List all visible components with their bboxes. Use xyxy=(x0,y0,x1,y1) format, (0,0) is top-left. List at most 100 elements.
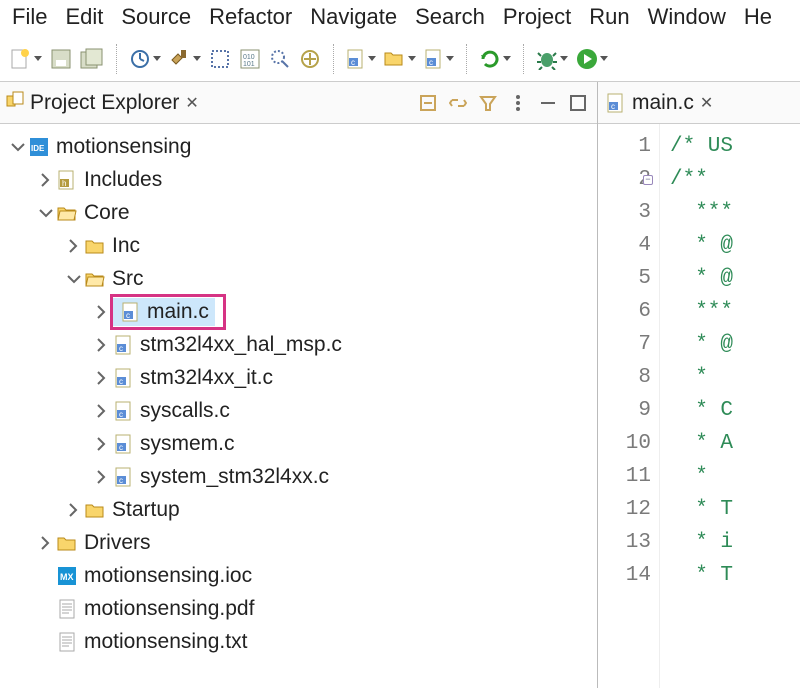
text-file-icon xyxy=(56,599,78,619)
close-view-button[interactable]: ✕ xyxy=(185,93,198,113)
chevron-right-icon[interactable] xyxy=(92,404,112,418)
code-area[interactable]: /* US /** *** * @ * @ *** * @ * * C * A … xyxy=(660,124,800,688)
code-line: * @ xyxy=(670,229,800,262)
maximize-view-button[interactable] xyxy=(565,90,591,116)
tree-file-main[interactable]: main.c xyxy=(4,295,593,328)
code-line: /** xyxy=(670,163,800,196)
new-folder-button[interactable] xyxy=(382,44,418,74)
build-button[interactable] xyxy=(167,44,203,74)
mx-file-icon xyxy=(56,566,78,586)
tree-drivers[interactable]: Drivers xyxy=(4,526,593,559)
menu-edit[interactable]: Edit xyxy=(65,4,103,30)
analyze-button[interactable] xyxy=(267,44,293,74)
editor-tab-label[interactable]: main.c xyxy=(632,91,694,115)
fold-minus-icon[interactable]: − xyxy=(643,175,653,185)
code-line: /* US xyxy=(670,130,800,163)
menu-project[interactable]: Project xyxy=(503,4,571,30)
menu-help[interactable]: He xyxy=(744,4,772,30)
c-file-icon xyxy=(112,368,134,388)
refresh-button[interactable] xyxy=(477,44,513,74)
tree-label: Src xyxy=(112,262,144,295)
menu-refactor[interactable]: Refactor xyxy=(209,4,292,30)
tree-file[interactable]: syscalls.c xyxy=(4,394,593,427)
c-file-icon xyxy=(112,467,134,487)
tree-label: Drivers xyxy=(84,526,151,559)
tree-label: system_stm32l4xx.c xyxy=(140,460,329,493)
toggle-breakpoint-button[interactable] xyxy=(207,44,233,74)
editor-body[interactable]: 1 2− 3 4 5 6 7 8 9 10 11 12 13 14 /* US … xyxy=(598,124,800,688)
debug-button[interactable] xyxy=(534,44,570,74)
tree-file[interactable]: sysmem.c xyxy=(4,427,593,460)
tree-label: sysmem.c xyxy=(140,427,235,460)
minimize-view-button[interactable] xyxy=(535,90,561,116)
project-explorer-header: Project Explorer ✕ xyxy=(0,82,597,124)
text-file-icon xyxy=(56,632,78,652)
chevron-right-icon[interactable] xyxy=(92,371,112,385)
chevron-down-icon[interactable] xyxy=(8,140,28,154)
menu-source[interactable]: Source xyxy=(121,4,191,30)
chevron-right-icon[interactable] xyxy=(92,338,112,352)
generate-button[interactable] xyxy=(297,44,323,74)
binary-view-button[interactable]: 010101 xyxy=(237,44,263,74)
view-menu-button[interactable] xyxy=(505,90,531,116)
close-tab-button[interactable]: ✕ xyxy=(700,93,713,113)
c-file-icon xyxy=(112,401,134,421)
tree-label: Core xyxy=(84,196,130,229)
svg-text:101: 101 xyxy=(243,61,255,68)
new-class-button[interactable] xyxy=(422,44,456,74)
project-explorer-icon xyxy=(6,90,26,116)
code-line: * C xyxy=(670,394,800,427)
menu-file[interactable]: File xyxy=(12,4,47,30)
c-file-icon xyxy=(119,302,141,322)
tree-file[interactable]: stm32l4xx_hal_msp.c xyxy=(4,328,593,361)
tree-file-pdf[interactable]: motionsensing.pdf xyxy=(4,592,593,625)
project-tree[interactable]: motionsensing Includes Core Inc xyxy=(0,124,597,664)
tree-file[interactable]: stm32l4xx_it.c xyxy=(4,361,593,394)
new-c-button[interactable] xyxy=(344,44,378,74)
collapse-all-button[interactable] xyxy=(415,90,441,116)
code-line: * @ xyxy=(670,262,800,295)
tree-core[interactable]: Core xyxy=(4,196,593,229)
filter-button[interactable] xyxy=(475,90,501,116)
menu-search[interactable]: Search xyxy=(415,4,485,30)
chevron-right-icon[interactable] xyxy=(92,437,112,451)
tree-startup[interactable]: Startup xyxy=(4,493,593,526)
tree-file[interactable]: system_stm32l4xx.c xyxy=(4,460,593,493)
chevron-right-icon[interactable] xyxy=(36,173,56,187)
run-button[interactable] xyxy=(574,44,610,74)
project-icon xyxy=(28,137,50,157)
menu-run[interactable]: Run xyxy=(589,4,629,30)
chevron-down-icon[interactable] xyxy=(36,206,56,220)
folder-icon xyxy=(84,236,106,256)
code-line: * xyxy=(670,361,800,394)
code-line: * i xyxy=(670,526,800,559)
chevron-down-icon[interactable] xyxy=(64,272,84,286)
folder-icon xyxy=(84,500,106,520)
chevron-right-icon[interactable] xyxy=(36,536,56,550)
tree-includes[interactable]: Includes xyxy=(4,163,593,196)
chevron-right-icon[interactable] xyxy=(64,503,84,517)
tree-label: motionsensing.pdf xyxy=(84,592,254,625)
chevron-right-icon[interactable] xyxy=(92,305,112,319)
project-explorer-title: Project Explorer xyxy=(30,91,179,115)
tree-project[interactable]: motionsensing xyxy=(4,130,593,163)
chevron-right-icon[interactable] xyxy=(64,239,84,253)
config-button[interactable] xyxy=(127,44,163,74)
highlighted-selection: main.c xyxy=(110,294,226,330)
menu-window[interactable]: Window xyxy=(648,4,726,30)
tree-src[interactable]: Src xyxy=(4,262,593,295)
folder-icon xyxy=(56,533,78,553)
tree-file-txt[interactable]: motionsensing.txt xyxy=(4,625,593,658)
chevron-right-icon[interactable] xyxy=(92,470,112,484)
tree-file-ioc[interactable]: motionsensing.ioc xyxy=(4,559,593,592)
save-all-button[interactable] xyxy=(78,44,106,74)
new-button[interactable] xyxy=(8,44,44,74)
tree-label: Startup xyxy=(112,493,180,526)
svg-text:010: 010 xyxy=(243,54,255,61)
tree-label: main.c xyxy=(147,295,209,328)
menu-navigate[interactable]: Navigate xyxy=(310,4,397,30)
save-button[interactable] xyxy=(48,44,74,74)
tree-inc[interactable]: Inc xyxy=(4,229,593,262)
tree-label: motionsensing.txt xyxy=(84,625,247,658)
link-editor-button[interactable] xyxy=(445,90,471,116)
